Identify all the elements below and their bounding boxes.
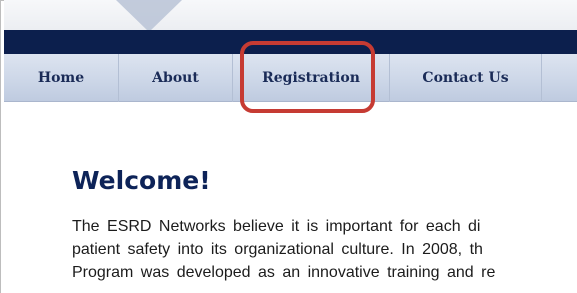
page-title: Welcome!: [72, 166, 211, 195]
nav-item-about[interactable]: About: [119, 54, 233, 102]
paragraph-line: The ESRD Networks believe it is importan…: [72, 218, 481, 235]
nav-item-overflow[interactable]: [542, 54, 577, 102]
nav-item-home[interactable]: Home: [4, 54, 119, 102]
banner-arrow-decoration: [116, 0, 182, 32]
top-banner: [4, 0, 577, 32]
header-bar: [4, 30, 577, 54]
paragraph-line: patient safety into its organizational c…: [72, 241, 483, 258]
nav-item-contact-us[interactable]: Contact Us: [390, 54, 542, 102]
intro-paragraph: The ESRD Networks believe it is importan…: [72, 215, 577, 293]
main-nav: Home About Registration Contact Us: [4, 54, 577, 102]
nav-item-registration[interactable]: Registration: [233, 54, 390, 102]
paragraph-line: Program was developed as an innovative t…: [72, 264, 496, 281]
